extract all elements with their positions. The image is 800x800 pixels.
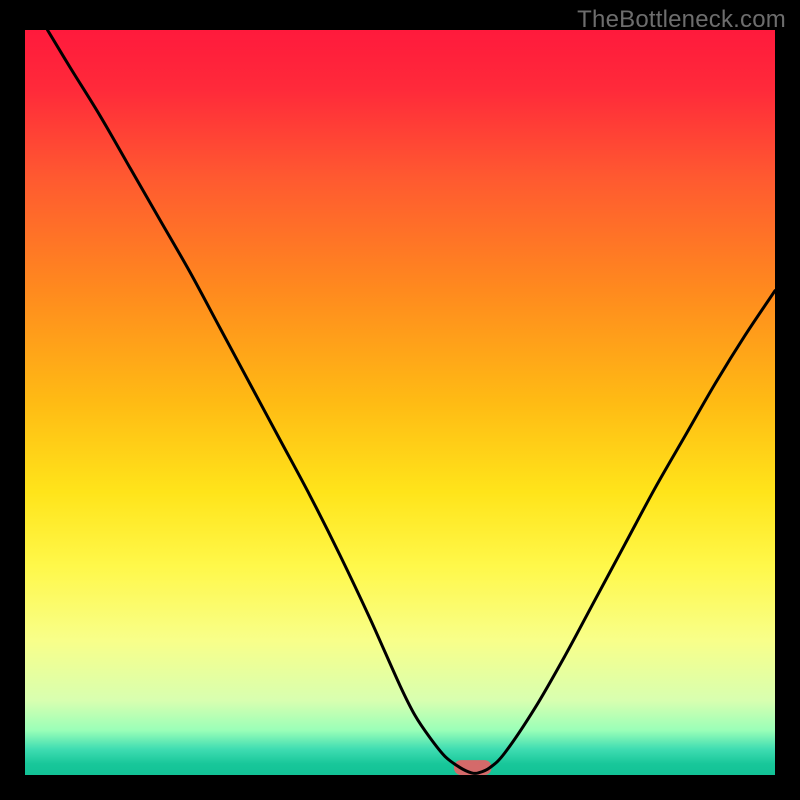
plot-svg bbox=[25, 30, 775, 775]
gradient-background bbox=[25, 30, 775, 775]
plot-area bbox=[25, 30, 775, 775]
chart-frame: TheBottleneck.com bbox=[0, 0, 800, 800]
